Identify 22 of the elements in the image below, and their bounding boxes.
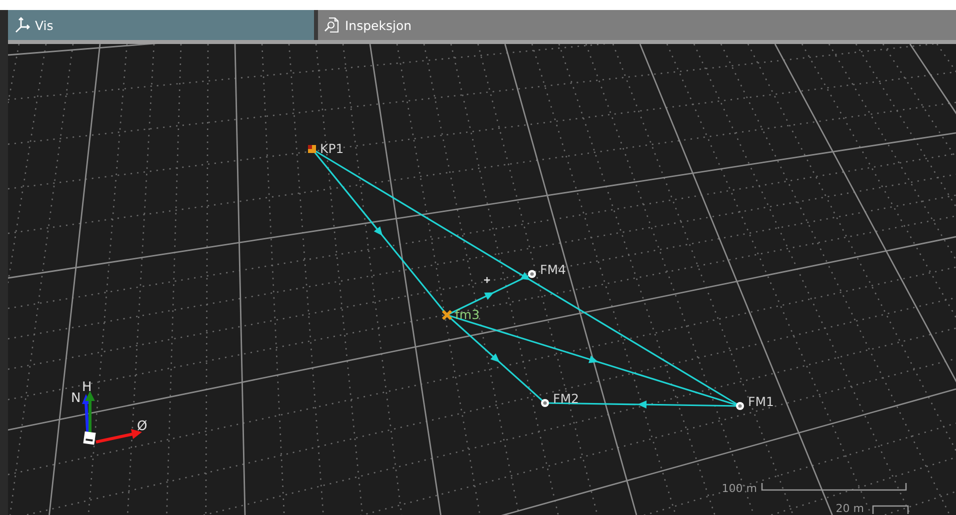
document-search-icon xyxy=(324,17,340,33)
axes-icon xyxy=(14,17,30,33)
scale-bar xyxy=(872,505,909,514)
plus-cursor-icon xyxy=(483,276,491,284)
point-marker-icon[interactable] xyxy=(528,270,536,278)
tab[interactable]: Vis xyxy=(8,10,314,40)
point-marker-icon[interactable] xyxy=(541,399,549,407)
scale-label: 20 m xyxy=(836,502,864,515)
point-marker-icon[interactable] xyxy=(736,402,744,410)
axis-label: H xyxy=(82,380,92,395)
cross-marker-icon[interactable] xyxy=(442,310,452,320)
scale-label: 100 m xyxy=(722,482,757,495)
map-view[interactable]: KP1 FM4 fm3 FM2 FM1 H N Ø 100 m 20 m xyxy=(8,44,956,515)
axis-label: N xyxy=(71,391,81,406)
point-label: fm3 xyxy=(455,307,480,322)
point-label: KP1 xyxy=(320,141,344,156)
point-label: FM4 xyxy=(540,262,566,277)
point-label: FM1 xyxy=(748,394,774,409)
axis-label: Ø xyxy=(137,419,148,434)
point-label: FM2 xyxy=(553,391,579,406)
tab[interactable]: Inspeksjon xyxy=(318,10,956,40)
control-point-icon[interactable] xyxy=(308,145,316,153)
